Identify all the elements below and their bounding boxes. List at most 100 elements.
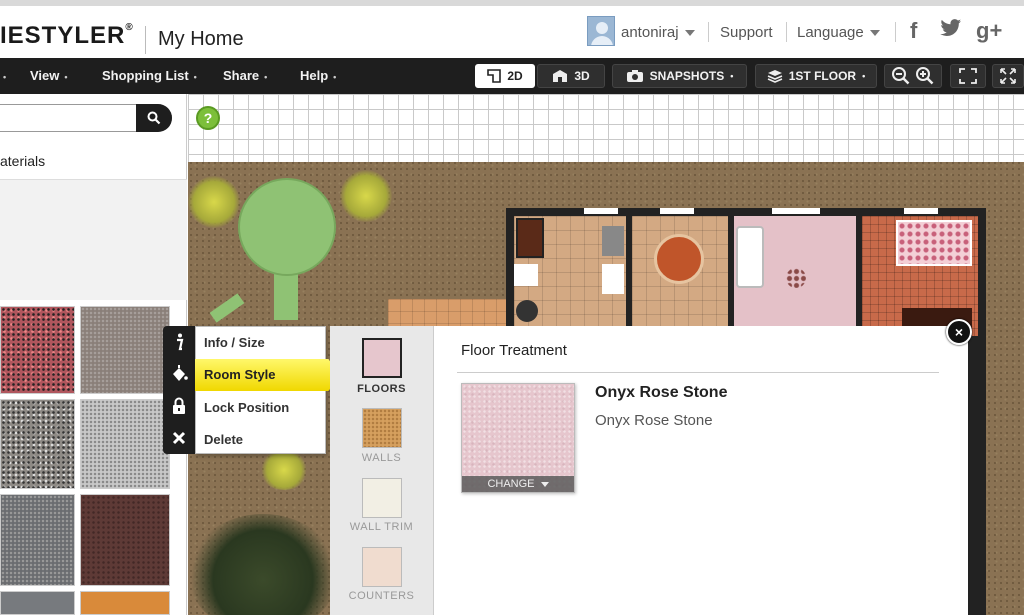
zoom-out-icon[interactable] <box>891 66 911 86</box>
user-menu[interactable]: antoniraj <box>621 24 695 41</box>
chevron-down-icon <box>684 30 695 37</box>
change-material-button[interactable]: CHANGE <box>462 476 574 492</box>
umbrella-pole <box>274 274 298 320</box>
wall-trim-swatch[interactable] <box>362 478 402 518</box>
delete-icon[interactable] <box>163 422 195 454</box>
material-swatch[interactable] <box>80 494 170 586</box>
window[interactable] <box>660 208 694 214</box>
user-name: antoniraj <box>621 24 679 41</box>
left-panel: aterials <box>0 94 187 615</box>
fullscreen-button[interactable] <box>992 64 1024 88</box>
search-icon <box>147 111 161 125</box>
material-swatch[interactable] <box>0 494 75 586</box>
menu-item-delete[interactable]: Delete <box>204 432 243 447</box>
tab-floors[interactable]: FLOORS <box>330 383 433 395</box>
bathroom-room[interactable] <box>734 216 856 336</box>
facebook-icon[interactable]: f <box>910 18 917 44</box>
material-name: Onyx Rose Stone <box>595 384 728 401</box>
bench-object[interactable] <box>209 293 245 323</box>
google-plus-icon[interactable]: g+ <box>976 18 1002 44</box>
tree-object[interactable] <box>188 514 338 615</box>
help-button[interactable]: ? <box>196 106 220 130</box>
menu-item-view[interactable]: View • <box>30 68 68 83</box>
view-2d-button[interactable]: 2D <box>475 64 535 88</box>
materials-preview-area <box>0 180 187 300</box>
menu-item-share[interactable]: Share • <box>223 68 267 83</box>
info-icon[interactable] <box>163 326 195 358</box>
material-swatch[interactable] <box>80 399 170 489</box>
material-subtitle: Onyx Rose Stone <box>595 412 713 429</box>
tab-walls[interactable]: WALLS <box>330 452 433 464</box>
patio-floor[interactable] <box>388 299 518 327</box>
lock-icon[interactable] <box>163 390 195 422</box>
menu-item-lock-position[interactable]: Lock Position <box>204 400 289 415</box>
zoom-in-icon[interactable] <box>915 66 935 86</box>
support-link[interactable]: Support <box>720 24 773 41</box>
search-button[interactable] <box>136 104 172 132</box>
header-divider <box>145 26 146 54</box>
divider <box>786 22 787 42</box>
twitter-icon[interactable] <box>940 18 962 44</box>
walls-swatch[interactable] <box>362 408 402 448</box>
material-swatch[interactable] <box>80 306 170 394</box>
menu-item-info-size[interactable]: Info / Size <box>204 335 265 350</box>
zoom-controls <box>884 64 942 88</box>
material-swatch[interactable] <box>0 306 75 394</box>
top-header: IESTYLER® My Home antoniraj Support Lang… <box>0 0 1024 58</box>
paint-bucket-icon[interactable] <box>163 358 195 390</box>
fit-view-icon <box>959 68 977 84</box>
floorplan-icon <box>487 69 502 83</box>
bathtub[interactable] <box>736 226 764 288</box>
bush-object[interactable] <box>340 170 392 222</box>
context-icon-strip <box>163 326 195 454</box>
kitchen-room[interactable] <box>514 216 626 336</box>
tab-counters[interactable]: COUNTERS <box>330 590 433 602</box>
window[interactable] <box>772 208 820 214</box>
material-swatch[interactable] <box>80 591 170 615</box>
dining-table[interactable] <box>654 234 704 284</box>
room-style-tabs: FLOORS WALLS WALL TRIM COUNTERS <box>330 326 433 615</box>
umbrella-object[interactable] <box>238 178 336 276</box>
fullscreen-icon <box>1000 68 1016 84</box>
window[interactable] <box>584 208 618 214</box>
material-swatch[interactable] <box>0 399 75 489</box>
selected-material-preview[interactable]: CHANGE <box>461 383 575 493</box>
context-menu: Info / Size Room Style Lock Position Del… <box>195 326 340 454</box>
snapshots-button[interactable]: SNAPSHOTS • <box>612 64 747 88</box>
page-title: My Home <box>158 28 244 50</box>
menu-item-room-style[interactable]: Room Style <box>195 359 340 391</box>
floors-swatch[interactable] <box>362 338 402 378</box>
app-logo[interactable]: IESTYLER® <box>0 22 134 50</box>
chevron-down-icon <box>869 30 880 37</box>
panel-title: Floor Treatment <box>461 342 567 359</box>
divider <box>895 22 896 42</box>
floor-treatment-panel: Floor Treatment CHANGE Onyx Rose Stone O… <box>433 326 968 615</box>
floor-select-button[interactable]: 1ST FLOOR • <box>755 64 877 88</box>
material-swatch[interactable] <box>0 591 75 615</box>
language-menu[interactable]: Language <box>797 24 880 41</box>
dining-room[interactable] <box>632 216 728 336</box>
camera-icon <box>626 70 643 82</box>
menu-bar: • View • Shopping List • Share • Help • 2D 3… <box>0 58 1024 94</box>
fit-view-button[interactable] <box>950 64 986 88</box>
grid-area <box>188 94 1024 162</box>
bedroom-room[interactable] <box>862 216 978 336</box>
window[interactable] <box>904 208 938 214</box>
menu-item-previous[interactable]: • <box>0 68 6 83</box>
layers-icon <box>767 70 783 83</box>
user-avatar[interactable] <box>587 16 615 46</box>
menu-item-shopping-list[interactable]: Shopping List • <box>102 68 197 83</box>
close-panel-button[interactable]: × <box>946 319 972 345</box>
cube-icon <box>553 70 568 82</box>
counters-swatch[interactable] <box>362 547 402 587</box>
bed[interactable] <box>896 220 972 266</box>
materials-heading: aterials <box>0 153 46 169</box>
view-3d-button[interactable]: 3D <box>537 64 605 88</box>
bush-object[interactable] <box>188 176 240 228</box>
caret-down-icon <box>540 481 549 487</box>
tab-wall-trim[interactable]: WALL TRIM <box>330 521 433 533</box>
bush-object[interactable] <box>260 450 308 490</box>
divider <box>708 22 709 42</box>
divider <box>457 372 939 373</box>
menu-item-help[interactable]: Help • <box>300 68 336 83</box>
